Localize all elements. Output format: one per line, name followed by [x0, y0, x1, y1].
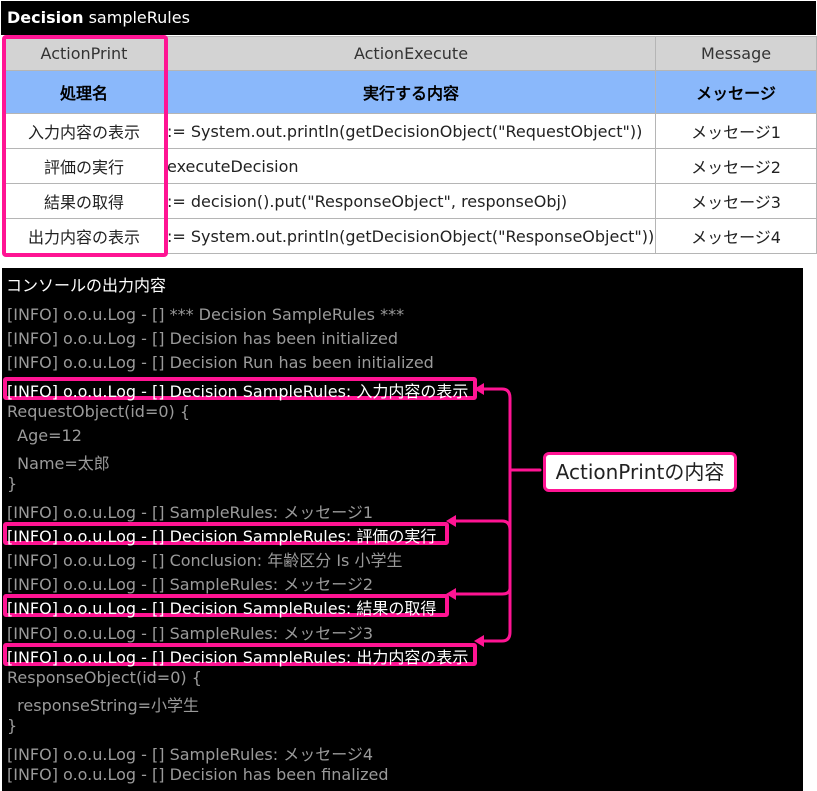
decision-title: Decision sampleRules	[1, 1, 816, 35]
decision-name: sampleRules	[88, 8, 190, 27]
subheader-execute: 実行する内容	[164, 70, 656, 114]
actionprint-highlight-frame	[2, 35, 168, 257]
column-header-message: Message	[655, 36, 817, 71]
row-execute-cell: := System.out.println(getDecisionObject(…	[164, 113, 656, 149]
column-header-actionexecute: ActionExecute	[164, 36, 656, 71]
console-panel: コンソールの出力内容 [INFO] o.o.u.Log - [] *** Dec…	[2, 268, 803, 791]
arrowhead-2	[446, 515, 456, 527]
decision-table: Decision sampleRules ActionPrint ActionE…	[0, 0, 817, 258]
row-execute-cell: := decision().put("ResponseObject", resp…	[164, 183, 656, 219]
arrowhead-1	[474, 383, 484, 395]
arrowhead-4	[474, 635, 484, 647]
connector-bracket	[452, 387, 542, 643]
actionprint-callout: ActionPrintの内容	[543, 452, 737, 492]
row-message-cell: メッセージ4	[655, 218, 817, 254]
connector-arrows	[446, 383, 542, 647]
decision-keyword: Decision	[7, 8, 84, 27]
row-message-cell: メッセージ3	[655, 183, 817, 219]
row-message-cell: メッセージ2	[655, 148, 817, 184]
arrowhead-3	[446, 588, 456, 600]
subheader-message: メッセージ	[655, 70, 817, 114]
row-execute-cell: := System.out.println(getDecisionObject(…	[164, 218, 656, 254]
row-execute-cell: executeDecision	[164, 148, 656, 184]
row-message-cell: メッセージ1	[655, 113, 817, 149]
